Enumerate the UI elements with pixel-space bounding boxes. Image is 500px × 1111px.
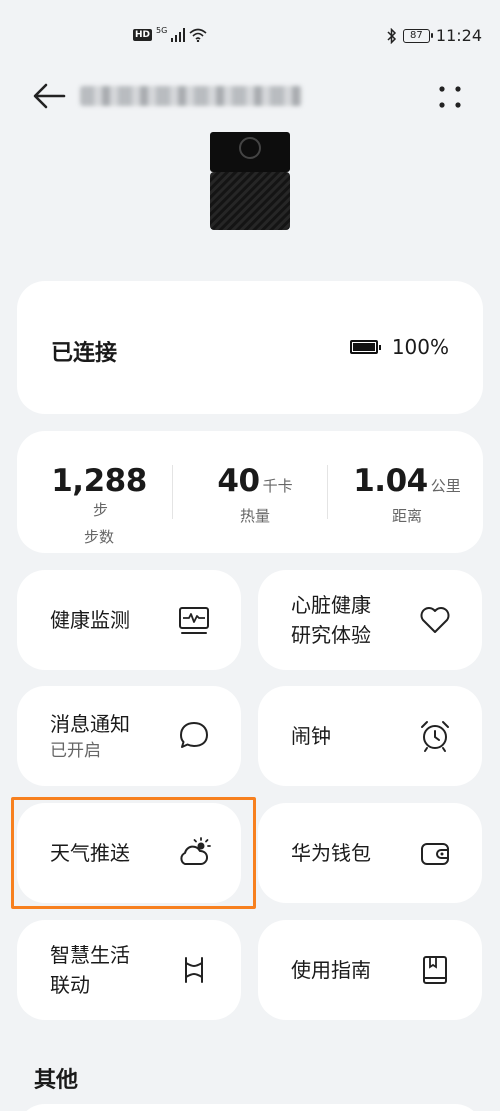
- highlight-box: [11, 797, 256, 909]
- tile-label: 健康监测: [50, 608, 130, 632]
- device-battery: 100%: [349, 335, 449, 359]
- calories-value: 40: [217, 463, 260, 499]
- tile-guide[interactable]: 使用指南: [258, 920, 482, 1020]
- others-card[interactable]: [17, 1104, 483, 1111]
- tile-label: 使用指南: [291, 958, 371, 982]
- chat-bubble-icon: [180, 722, 208, 748]
- distance-unit: 公里: [430, 477, 461, 495]
- alarm-clock-icon: [421, 721, 449, 752]
- calories-label: 热量: [239, 507, 270, 525]
- status-right: 87 11:24: [387, 26, 482, 45]
- tile-notifications[interactable]: 消息通知 已开启: [17, 686, 241, 786]
- tile-label: 消息通知: [50, 712, 130, 736]
- stat-steps: 1,288 步 步数: [43, 463, 155, 547]
- device-name-blurred: [80, 86, 302, 106]
- stat-calories: 40 千卡 热量: [195, 463, 315, 526]
- more-icon[interactable]: [436, 84, 464, 110]
- stat-distance: 1.04 公里 距离: [347, 463, 467, 526]
- tile-label: 闹钟: [291, 724, 331, 748]
- wifi-icon: [189, 28, 207, 42]
- tile-label-line1: 心脏健康: [291, 593, 371, 617]
- tile-label-line2: 联动: [50, 973, 90, 997]
- device-battery-value: 100%: [391, 335, 449, 359]
- signal-icon: [171, 28, 186, 42]
- hd-badge: HD: [133, 29, 153, 41]
- calories-unit: 千卡: [262, 477, 293, 495]
- battery-full-icon: [349, 340, 381, 354]
- device-image: [210, 132, 290, 230]
- tile-label-line2: 研究体验: [291, 623, 371, 647]
- tile-health-monitor[interactable]: 健康监测: [17, 570, 241, 670]
- stats-card[interactable]: 1,288 步 步数 40 千卡 热量 1.04 公里 距离: [17, 431, 483, 553]
- tile-wallet[interactable]: 华为钱包: [258, 803, 482, 903]
- status-left: HD 5G: [133, 25, 207, 42]
- connection-card: 已连接 100%: [17, 281, 483, 414]
- smart-link-icon: [185, 957, 203, 983]
- book-icon: [423, 956, 447, 984]
- tile-alarm[interactable]: 闹钟: [258, 686, 482, 786]
- back-arrow-icon[interactable]: [32, 82, 66, 110]
- distance-label: 距离: [391, 507, 422, 525]
- battery-indicator: 87: [402, 28, 433, 43]
- steps-label: 步数: [83, 528, 114, 546]
- connection-status: 已连接: [51, 341, 118, 366]
- bluetooth-icon: [387, 27, 396, 44]
- status-bar: HD 5G 87 11:24: [0, 22, 500, 52]
- tile-sublabel: 已开启: [50, 741, 101, 761]
- top-nav: [0, 72, 500, 120]
- distance-value: 1.04: [353, 463, 428, 499]
- clock: 11:24: [435, 26, 482, 45]
- heart-rate-monitor-icon: [179, 607, 209, 634]
- wallet-icon: [421, 843, 449, 865]
- network-type: 5G: [156, 25, 168, 35]
- tile-heart-study[interactable]: 心脏健康 研究体验: [258, 570, 482, 670]
- steps-unit: 步: [92, 501, 108, 519]
- tile-smart-life[interactable]: 智慧生活 联动: [17, 920, 241, 1020]
- stat-divider: [172, 465, 173, 519]
- heart-icon: [420, 607, 450, 633]
- tile-label: 华为钱包: [291, 841, 371, 865]
- section-title-others: 其他: [34, 1068, 79, 1093]
- stat-divider: [327, 465, 328, 519]
- steps-value: 1,288: [51, 463, 147, 499]
- tile-label-line1: 智慧生活: [50, 943, 130, 967]
